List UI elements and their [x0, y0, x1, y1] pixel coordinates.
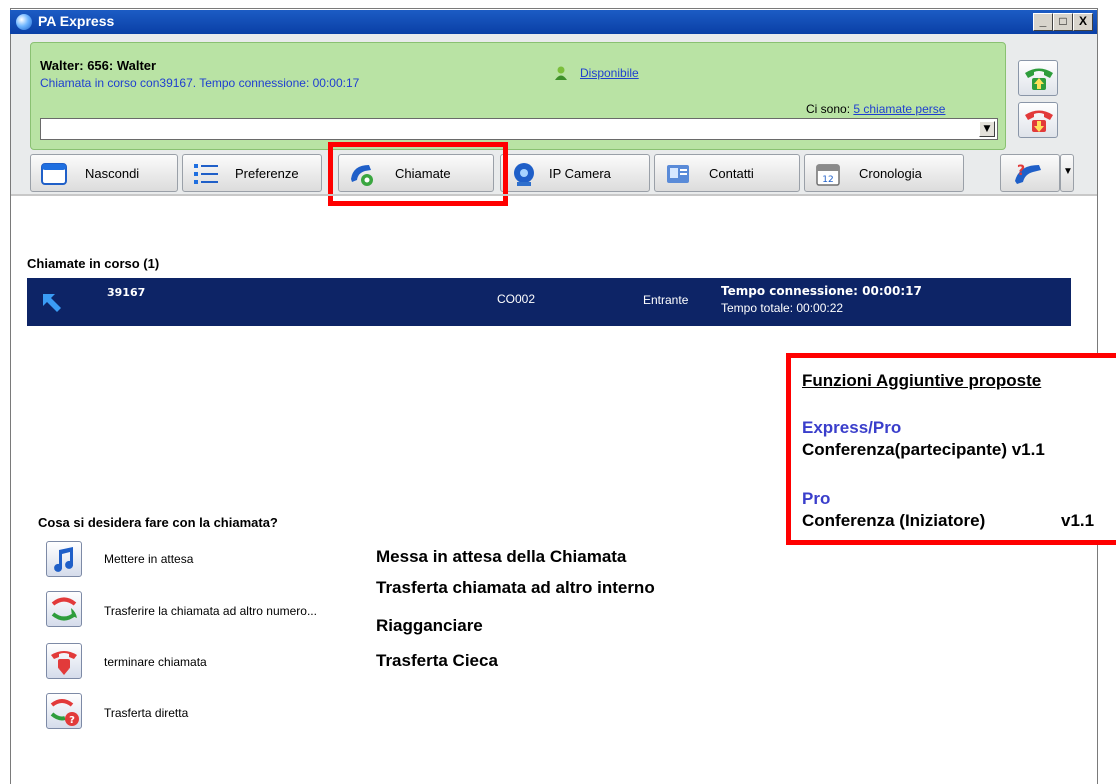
- description-hangup: Riagganciare: [376, 616, 483, 635]
- call-code: CO002: [497, 292, 536, 306]
- window-icon: [41, 163, 67, 185]
- tab-cronologia[interactable]: 12 Cronologia: [804, 154, 964, 192]
- missed-calls-link[interactable]: 5 chiamate perse: [853, 102, 945, 116]
- direct-transfer-button[interactable]: ?: [46, 693, 82, 729]
- hangup-icon: [51, 651, 77, 675]
- table-row[interactable]: 39167 CO002 Entrante Tempo connessione: …: [27, 278, 1071, 326]
- hangup-label[interactable]: terminare chiamata: [104, 655, 207, 669]
- hangup-top-button[interactable]: [1018, 102, 1058, 138]
- list-icon: [194, 164, 218, 184]
- panel-group-item: Conferenza (Iniziatore): [802, 511, 986, 530]
- call-total-time: Tempo totale: 00:00:22: [721, 301, 844, 315]
- close-button[interactable]: X: [1073, 13, 1093, 31]
- description-hold: Messa in attesa della Chiamata: [376, 547, 627, 566]
- contacts-icon: [667, 165, 689, 183]
- help-dropdown-button[interactable]: ▼: [1060, 154, 1074, 192]
- tab-label: Cronologia: [859, 166, 922, 181]
- missed-calls-label: Ci sono:: [806, 102, 851, 116]
- direct-transfer-label[interactable]: Trasferta diretta: [104, 706, 188, 720]
- panel-group-item-version: v1.1: [1061, 511, 1095, 530]
- calendar-icon: 12: [816, 164, 840, 186]
- presence-link[interactable]: Disponibile: [580, 66, 639, 80]
- transfer-button[interactable]: [46, 591, 82, 627]
- panel-group-title: Express/Pro: [802, 418, 902, 437]
- chevron-down-icon[interactable]: ▼: [979, 121, 995, 137]
- transfer-icon: [51, 597, 77, 621]
- call-status-text: Chiamata in corso con39167. Tempo connes…: [40, 76, 360, 90]
- panel-group-item: Conferenza(partecipante) v1.1: [802, 440, 1045, 459]
- transfer-label[interactable]: Trasferire la chiamata ad altro numero..…: [104, 604, 317, 618]
- incoming-arrow-icon: [43, 294, 61, 312]
- user-presence-icon: [555, 66, 567, 80]
- panel-group-title: Pro: [802, 489, 831, 508]
- calls-section-title: Chiamate in corso (1): [27, 256, 160, 271]
- missed-calls: Ci sono: 5 chiamate perse: [806, 102, 945, 116]
- svg-text:?: ?: [1017, 163, 1025, 179]
- description-blind-transfer: Trasferta Cieca: [376, 651, 498, 670]
- hold-label[interactable]: Mettere in attesa: [104, 552, 193, 566]
- hangup-phone-icon: [1025, 110, 1053, 132]
- tab-contatti[interactable]: Contatti: [654, 154, 800, 192]
- maximize-button[interactable]: □: [1053, 13, 1073, 31]
- answer-button[interactable]: [1018, 60, 1058, 96]
- transfer-help-icon: ?: [50, 699, 79, 726]
- description-transfer: Trasferta chiamata ad altro interno: [376, 578, 655, 597]
- call-connection-time: Tempo connessione: 00:00:17: [721, 284, 922, 298]
- app-icon: [16, 14, 32, 30]
- tab-label: IP Camera: [549, 166, 611, 181]
- tab-nascondi[interactable]: Nascondi: [30, 154, 178, 192]
- call-direction: Entrante: [643, 293, 689, 307]
- window-title: PA Express: [38, 13, 115, 29]
- answer-phone-icon: [1025, 68, 1053, 90]
- title-bar[interactable]: PA Express _ □ X: [10, 10, 1097, 34]
- music-note-icon: [54, 547, 74, 572]
- divider: [11, 194, 1097, 196]
- camera-icon: [514, 163, 534, 186]
- actions-question: Cosa si desidera fare con la chiamata?: [38, 515, 278, 530]
- chevron-down-icon: ▼: [1063, 166, 1073, 177]
- svg-text:?: ?: [69, 715, 75, 726]
- tab-preferenze[interactable]: Preferenze: [182, 154, 322, 192]
- tab-ip-camera[interactable]: IP Camera: [500, 154, 650, 192]
- chiamate-highlight: [328, 142, 508, 206]
- hold-button[interactable]: [46, 541, 82, 577]
- panel-title: Funzioni Aggiuntive proposte: [802, 371, 1042, 390]
- tab-label: Preferenze: [235, 166, 299, 181]
- tab-label: Contatti: [709, 166, 754, 181]
- svg-text:12: 12: [822, 175, 833, 185]
- help-call-button[interactable]: ?: [1000, 154, 1060, 192]
- phone-help-icon: ?: [1015, 163, 1041, 184]
- call-number: 39167: [107, 286, 146, 299]
- user-info: Walter: 656: Walter: [40, 58, 157, 73]
- hangup-button[interactable]: [46, 643, 82, 679]
- dial-combo[interactable]: ▼: [40, 118, 998, 140]
- minimize-button[interactable]: _: [1033, 13, 1053, 31]
- tab-label: Nascondi: [85, 166, 140, 181]
